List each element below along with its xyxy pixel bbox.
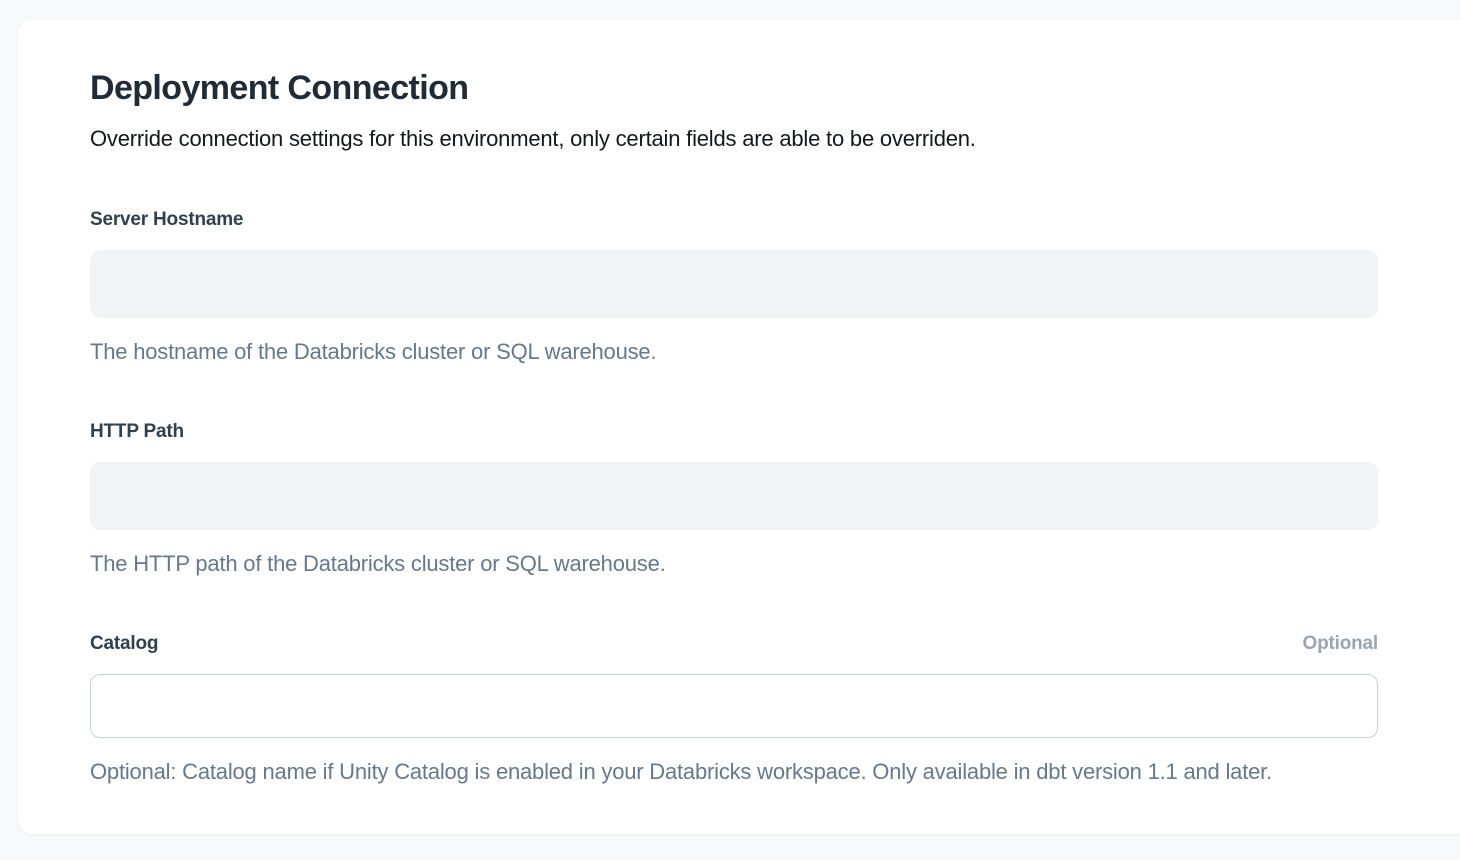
server-hostname-label: Server Hostname	[90, 208, 243, 232]
field-server-hostname: Server Hostname The hostname of the Data…	[90, 208, 1378, 366]
http-path-input	[90, 462, 1378, 530]
section-description: Override connection settings for this en…	[90, 124, 1378, 154]
http-path-label-row: HTTP Path	[90, 420, 1378, 444]
server-hostname-help-text: The hostname of the Databricks cluster o…	[90, 338, 1378, 366]
field-http-path: HTTP Path The HTTP path of the Databrick…	[90, 420, 1378, 578]
catalog-optional-badge: Optional	[1303, 632, 1378, 656]
deployment-connection-card: Deployment Connection Override connectio…	[18, 20, 1460, 834]
deployment-connection-content: Deployment Connection Override connectio…	[90, 66, 1378, 786]
server-hostname-label-row: Server Hostname	[90, 208, 1378, 232]
catalog-input[interactable]	[90, 674, 1378, 738]
field-catalog: Catalog Optional Optional: Catalog name …	[90, 632, 1378, 786]
catalog-label: Catalog	[90, 632, 158, 656]
server-hostname-input	[90, 250, 1378, 318]
catalog-help-text: Optional: Catalog name if Unity Catalog …	[90, 758, 1378, 786]
http-path-label: HTTP Path	[90, 420, 184, 444]
http-path-help-text: The HTTP path of the Databricks cluster …	[90, 550, 1378, 578]
catalog-label-row: Catalog Optional	[90, 632, 1378, 656]
page-title: Deployment Connection	[90, 66, 1378, 110]
